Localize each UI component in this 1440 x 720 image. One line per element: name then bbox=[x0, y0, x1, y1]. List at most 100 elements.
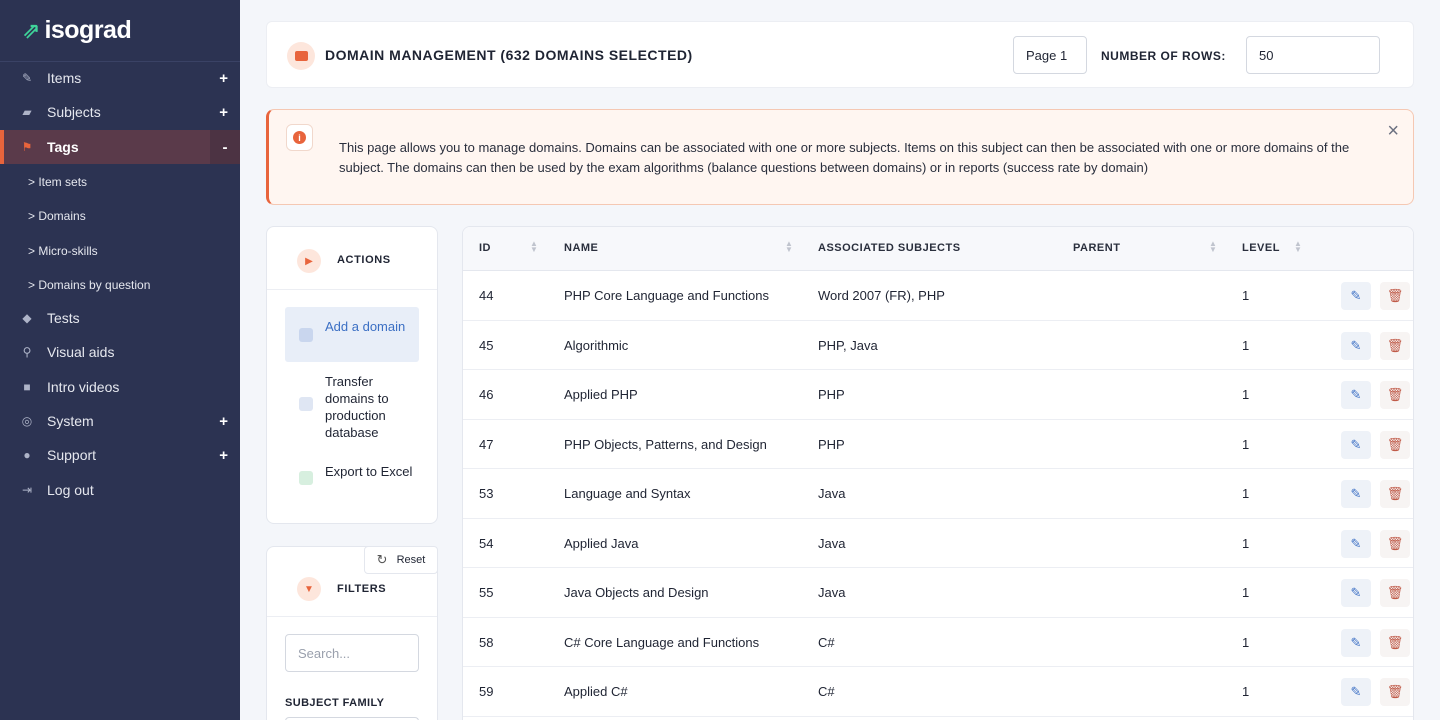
info-icon: i bbox=[286, 124, 313, 151]
logo-text: isograd bbox=[44, 16, 132, 44]
trash-icon[interactable]: 🗑 bbox=[1380, 480, 1410, 508]
rows-input[interactable] bbox=[1246, 36, 1380, 74]
sidebar-subitem-item-sets[interactable]: > Item sets bbox=[28, 175, 87, 189]
actions-title: ACTIONS bbox=[337, 254, 391, 266]
sidebar-item-log-out[interactable]: ⇥ Log out bbox=[0, 475, 240, 505]
collapse-icon[interactable]: - bbox=[210, 130, 240, 164]
sidebar-item-label: Items bbox=[47, 70, 82, 86]
sidebar-item-visual-aids[interactable]: ⚲ Visual aids bbox=[0, 337, 240, 367]
filter-icon: ▼ bbox=[297, 577, 321, 601]
edit-icon[interactable]: ✎ bbox=[1341, 579, 1371, 607]
expand-icon[interactable]: + bbox=[219, 70, 228, 87]
cell-name: C# Core Language and Functions bbox=[564, 634, 760, 650]
transfer-domains-button[interactable]: Transfer domains to production database bbox=[285, 373, 419, 440]
cell-id: 46 bbox=[479, 387, 494, 402]
edit-icon[interactable]: ✎ bbox=[1341, 678, 1371, 706]
table-row[interactable]: 59 Applied C# C# 1 ✎ 🗑 bbox=[463, 667, 1413, 717]
table-row[interactable]: 53 Language and Syntax Java 1 ✎ 🗑 bbox=[463, 469, 1413, 519]
table-row[interactable]: 47 PHP Objects, Patterns, and Design PHP 1 ✎… bbox=[463, 420, 1413, 469]
sidebar-item-items[interactable]: ✎ Items + bbox=[0, 63, 240, 93]
excel-icon bbox=[299, 471, 313, 485]
search-input[interactable] bbox=[285, 634, 419, 672]
sort-icon[interactable]: ▲ ▼ bbox=[530, 240, 538, 254]
trash-icon[interactable]: 🗑 bbox=[1380, 678, 1410, 706]
edit-icon[interactable]: ✎ bbox=[1341, 628, 1371, 657]
cell-associated-subjects: Word 2007 (FR), PHP bbox=[818, 288, 945, 303]
cell-level: 1 bbox=[1242, 288, 1250, 303]
cell-name: PHP Objects, Patterns, and Design bbox=[564, 436, 767, 452]
sidebar-subitem-micro-skills[interactable]: > Micro-skills bbox=[28, 244, 98, 258]
table-row[interactable]: 55 Java Objects and Design Java 1 ✎ 🗑 bbox=[463, 568, 1413, 618]
table-row[interactable]: 54 Applied Java Java 1 ✎ 🗑 bbox=[463, 519, 1413, 568]
trash-icon[interactable]: 🗑 bbox=[1380, 579, 1410, 607]
logout-icon: ⇥ bbox=[21, 483, 33, 497]
table-row[interactable]: 44 PHP Core Language and Functions Word 20… bbox=[463, 271, 1413, 321]
logo[interactable]: ⇗ isograd bbox=[0, 0, 240, 62]
edit-icon[interactable]: ✎ bbox=[1341, 529, 1371, 558]
sidebar-item-label: System bbox=[47, 413, 94, 429]
sidebar-subitem-domains-by-question[interactable]: > Domains by question bbox=[28, 278, 150, 292]
export-excel-button[interactable]: Export to Excel bbox=[285, 463, 419, 497]
cell-name: Applied C# bbox=[564, 684, 628, 699]
column-id[interactable]: ID bbox=[479, 242, 491, 254]
sidebar-item-system[interactable]: ◎ System + bbox=[0, 406, 240, 436]
info-alert: i This page allows you to manage domains… bbox=[266, 109, 1414, 205]
column-parent[interactable]: PARENT bbox=[1073, 242, 1120, 254]
table-row[interactable]: 58 C# Core Language and Functions C# 1 ✎ 🗑 bbox=[463, 618, 1413, 667]
cell-associated-subjects: PHP bbox=[818, 436, 845, 452]
cell-associated-subjects: Java bbox=[818, 486, 846, 501]
cell-level: 1 bbox=[1242, 585, 1250, 600]
sidebar: ⇗ isograd ✎ Items + ▰ Subjects + ⚑ Tags … bbox=[0, 0, 240, 720]
briefcase-icon bbox=[287, 42, 315, 70]
cell-associated-subjects: PHP bbox=[818, 387, 845, 402]
sidebar-subitem-domains[interactable]: > Domains bbox=[28, 209, 86, 223]
cell-id: 53 bbox=[479, 486, 494, 501]
column-associated-subjects[interactable]: ASSOCIATED SUBJECTS bbox=[818, 242, 961, 254]
table-row[interactable]: 45 Algorithmic PHP, Java 1 ✎ 🗑 bbox=[463, 321, 1413, 370]
trash-icon[interactable]: 🗑 bbox=[1380, 331, 1410, 360]
sort-icon[interactable]: ▲ ▼ bbox=[1209, 240, 1217, 254]
close-icon[interactable]: × bbox=[1387, 120, 1399, 143]
tags-icon: ⚑ bbox=[21, 140, 33, 154]
add-domain-button[interactable]: Add a domain bbox=[285, 307, 419, 362]
sidebar-item-label: Subjects bbox=[47, 104, 101, 120]
sidebar-item-tests[interactable]: ◆ Tests bbox=[0, 303, 240, 333]
pencil-icon: ✎ bbox=[21, 71, 33, 85]
trash-icon[interactable]: 🗑 bbox=[1380, 529, 1410, 558]
sort-icon[interactable]: ▲ ▼ bbox=[785, 240, 793, 254]
domains-table: ID ▲ ▼ NAME ▲ ▼ ASSOCIATED SUBJECTS PARENT… bbox=[462, 226, 1414, 720]
trash-icon[interactable]: 🗑 bbox=[1380, 628, 1410, 657]
sidebar-item-support[interactable]: ● Support + bbox=[0, 440, 240, 470]
cell-level: 1 bbox=[1242, 337, 1250, 353]
edit-icon[interactable]: ✎ bbox=[1341, 331, 1371, 360]
sort-icon[interactable]: ▲ ▼ bbox=[1294, 240, 1302, 254]
sidebar-item-label: Tags bbox=[47, 139, 79, 155]
cell-associated-subjects: Java bbox=[818, 585, 846, 600]
column-name[interactable]: NAME bbox=[564, 242, 598, 254]
sidebar-item-intro-videos[interactable]: ■ Intro videos bbox=[0, 372, 240, 402]
trash-icon[interactable]: 🗑 bbox=[1380, 282, 1410, 310]
play-icon: ▶ bbox=[297, 249, 321, 273]
expand-icon[interactable]: + bbox=[219, 413, 228, 430]
table-row[interactable]: 46 Applied PHP PHP 1 ✎ 🗑 bbox=[463, 370, 1413, 420]
edit-icon[interactable]: ✎ bbox=[1341, 282, 1371, 310]
edit-icon[interactable]: ✎ bbox=[1341, 430, 1371, 459]
sidebar-item-subjects[interactable]: ▰ Subjects + bbox=[0, 97, 240, 127]
cell-id: 54 bbox=[479, 535, 494, 551]
column-level[interactable]: LEVEL bbox=[1242, 242, 1280, 254]
sidebar-item-tags[interactable]: ⚑ Tags - bbox=[0, 130, 240, 164]
edit-icon[interactable]: ✎ bbox=[1341, 480, 1371, 508]
filters-header: ▼ FILTERS bbox=[267, 547, 437, 617]
trash-icon[interactable]: 🗑 bbox=[1380, 430, 1410, 459]
database-icon bbox=[299, 397, 313, 411]
page-select[interactable]: Page 1 bbox=[1013, 36, 1087, 74]
expand-icon[interactable]: + bbox=[219, 104, 228, 121]
edit-icon[interactable]: ✎ bbox=[1341, 381, 1371, 409]
cell-id: 45 bbox=[479, 337, 494, 353]
filters-panel: ↻ Reset ▼ FILTERS SUBJECT FAMILY bbox=[266, 546, 438, 720]
trash-icon[interactable]: 🗑 bbox=[1380, 381, 1410, 409]
logo-mark-icon: ⇗ bbox=[22, 17, 41, 43]
cell-level: 1 bbox=[1242, 387, 1250, 402]
folder-icon: ▰ bbox=[22, 105, 32, 119]
expand-icon[interactable]: + bbox=[219, 447, 228, 464]
